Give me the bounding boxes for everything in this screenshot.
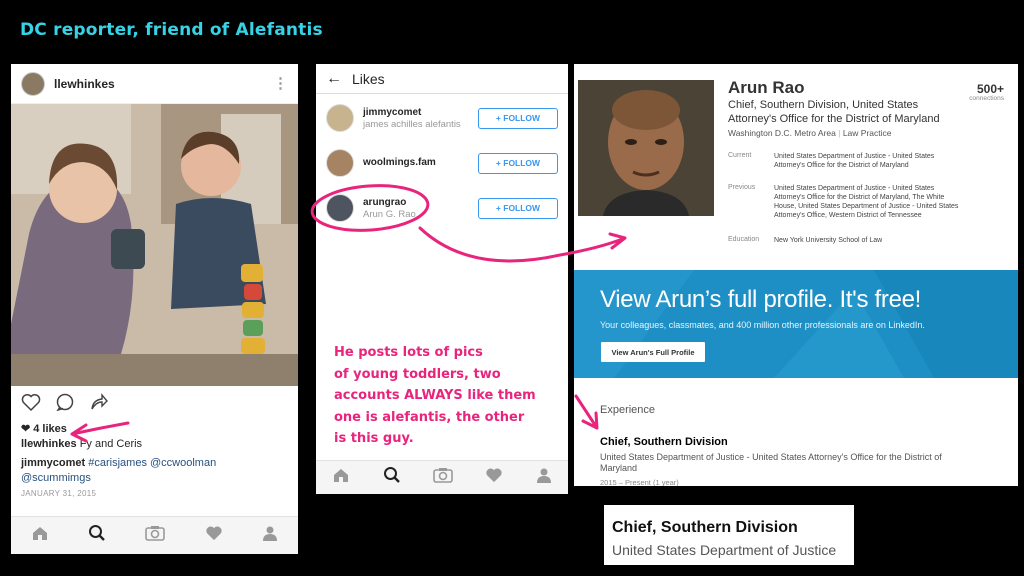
bottom-nav [316, 460, 568, 494]
connections-count: 500+ [976, 82, 1004, 96]
camera-icon[interactable] [433, 467, 453, 488]
home-icon[interactable] [31, 525, 49, 546]
profile-icon[interactable] [262, 525, 278, 546]
current-label: Current [728, 152, 752, 159]
like-row-jimmycomet[interactable]: jimmycomet james achilles alefantis + FO… [316, 98, 568, 138]
avatar[interactable] [326, 149, 354, 177]
like-names: woolmings.fam [363, 157, 478, 169]
back-arrow-icon[interactable]: ← [326, 70, 352, 88]
comment-icon[interactable] [55, 393, 75, 416]
banner-subtitle: Your colleagues, classmates, and 400 mil… [600, 320, 925, 330]
more-options-icon[interactable]: ⋮ [273, 76, 288, 91]
profile-headline: Chief, Southern Division, United States … [728, 99, 940, 125]
home-icon[interactable] [332, 467, 350, 488]
avatar[interactable] [326, 104, 354, 132]
profile-name: Arun Rao [728, 78, 805, 97]
caption-username[interactable]: llewhinkes [21, 438, 77, 450]
experience-dates: 2015 – Present (1 year) [600, 478, 679, 486]
activity-heart-icon[interactable] [205, 525, 223, 546]
post-caption: llewhinkes Fy and Ceris [11, 435, 298, 452]
annotation-line: is this guy. [334, 431, 414, 446]
profile-industry: Law Practice [842, 128, 892, 138]
post-username[interactable]: llewhinkes [54, 77, 273, 91]
like-names: arungrao Arun G. Rao [363, 197, 478, 220]
profile-icon[interactable] [536, 467, 552, 488]
like-username[interactable]: arungrao [363, 197, 478, 208]
previous-value: United States Department of Justice - Un… [774, 185, 959, 219]
follow-button[interactable]: + FOLLOW [478, 152, 558, 174]
annotation-line: He posts lots of pics [334, 345, 483, 360]
linkedin-profile-panel: Arun Rao Chief, Southern Division, Unite… [574, 64, 1018, 486]
post-likes[interactable]: ❤ 4 likes [11, 422, 298, 436]
toddlers-photo [11, 104, 298, 386]
current-value: United States Department of Justice - Un… [774, 153, 935, 169]
like-row-arungrao[interactable]: arungrao Arun G. Rao + FOLLOW [316, 188, 568, 228]
search-icon[interactable] [88, 524, 106, 547]
likes-title: Likes [352, 70, 385, 87]
annotation-line: accounts ALWAYS like them [334, 388, 536, 403]
zoom-title: Chief, Southern Division [612, 519, 798, 536]
heart-icon[interactable] [21, 393, 41, 416]
zoom-org: United States Department of Justice [612, 542, 837, 558]
post-date: JANUARY 31, 2015 [21, 489, 97, 498]
previous-label: Previous [728, 184, 756, 191]
caption-text: Fy and Ceris [79, 438, 143, 450]
like-row-woolmings[interactable]: woolmings.fam + FOLLOW [316, 143, 568, 183]
annotation-text: He posts lots of pics of young toddlers,… [334, 342, 564, 450]
post-photo[interactable] [11, 104, 298, 386]
search-icon[interactable] [383, 466, 401, 489]
comment-username[interactable]: jimmycomet [21, 457, 85, 469]
follow-button[interactable]: + FOLLOW [478, 197, 558, 219]
profile-photo [578, 80, 714, 216]
experience-title: Chief, Southern Division [600, 436, 728, 448]
zoomed-experience-crop: Chief, Southern Division United States D… [604, 505, 854, 565]
experience-header: Experience [600, 404, 656, 416]
education-value: New York University School of Law [774, 237, 883, 244]
like-username[interactable]: woolmings.fam [363, 157, 478, 168]
profile-location-line: Washington D.C. Metro Area | Law Practic… [728, 128, 892, 138]
like-names: jimmycomet james achilles alefantis [363, 107, 478, 130]
activity-heart-icon[interactable] [485, 467, 503, 488]
annotation-line: one is alefantis, the other [334, 409, 525, 425]
post-comment: jimmycomet #carisjames @ccwoolman @scumm… [11, 452, 298, 486]
banner-title: View Arun’s full profile. It's free! [600, 286, 922, 313]
profile-location: Washington D.C. Metro Area [728, 128, 836, 138]
likes-header: ← Likes [316, 64, 568, 94]
follow-button[interactable]: + FOLLOW [478, 107, 558, 129]
comment-tags[interactable]: #carisjames @ccwoolman [88, 457, 216, 469]
like-fullname: Arun G. Rao [363, 208, 416, 220]
post-actions [11, 386, 298, 422]
comment-tags-line2[interactable]: @scummimgs [21, 472, 91, 484]
slide-title: DC reporter, friend of Alefantis [20, 20, 323, 40]
instagram-post-panel: llewhinkes ⋮ ❤ 4 likes llewhinkes Fy and… [11, 64, 298, 554]
view-full-profile-button[interactable]: View Arun's Full Profile [601, 342, 705, 362]
annotation-line: of young toddlers, two [334, 366, 501, 382]
camera-icon[interactable] [145, 525, 166, 546]
heart-small-icon: ❤ [21, 423, 31, 435]
avatar[interactable] [21, 71, 45, 96]
connections-label: connections [969, 95, 1004, 102]
likes-count: 4 likes [33, 422, 67, 435]
share-icon[interactable] [89, 392, 109, 416]
avatar[interactable] [326, 194, 354, 222]
experience-org: United States Department of Justice - Un… [600, 452, 942, 473]
like-fullname: james achilles alefantis [363, 118, 461, 130]
post-header: llewhinkes ⋮ [11, 64, 298, 104]
like-username[interactable]: jimmycomet [363, 107, 478, 118]
bottom-nav [11, 516, 298, 554]
signup-banner: View Arun’s full profile. It's free! You… [574, 270, 1018, 378]
education-label: Education [728, 236, 760, 243]
